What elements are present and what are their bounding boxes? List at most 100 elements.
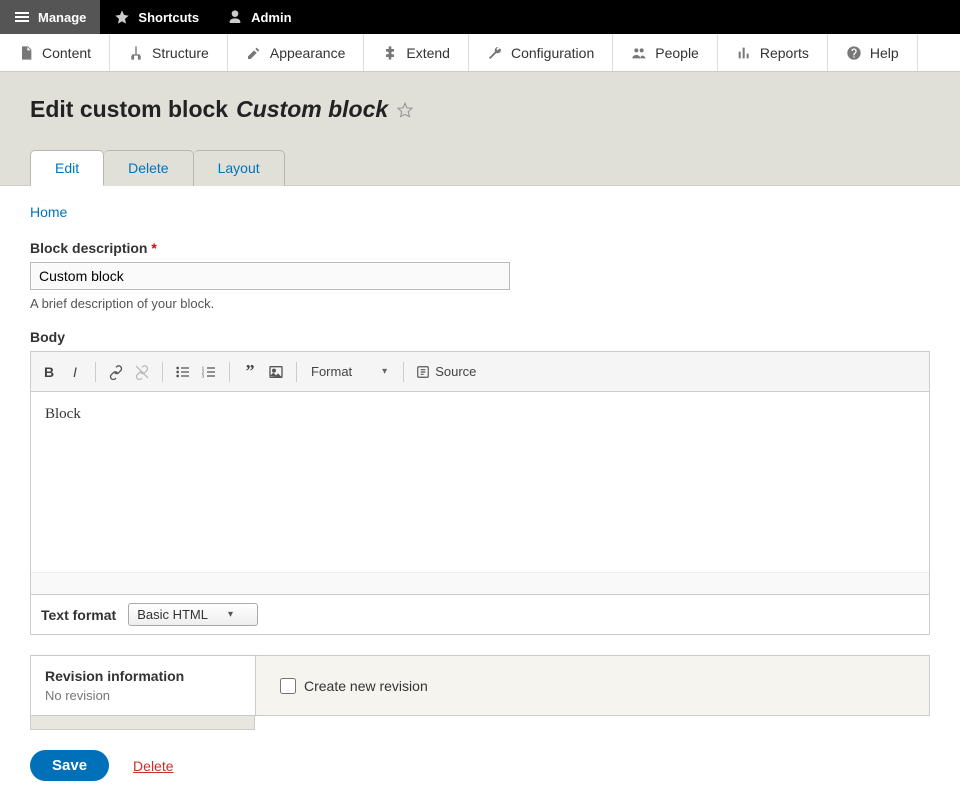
revision-sidebar-footer (30, 716, 255, 730)
star-icon (114, 9, 130, 25)
nav-help[interactable]: Help (828, 34, 918, 71)
text-format-label: Text format (41, 607, 116, 623)
form-actions: Save Delete (30, 750, 930, 781)
italic-button[interactable]: I (63, 360, 87, 384)
field-body: Body B I 123 ” (30, 329, 930, 635)
unlink-icon (134, 364, 150, 380)
nav-extend-label: Extend (406, 45, 450, 61)
text-format-select[interactable]: Basic HTML ▾ (128, 603, 258, 626)
tab-layout-label: Layout (218, 160, 260, 176)
toolbar-separator (403, 362, 404, 382)
page-header: Edit custom block Custom block Edit Dele… (0, 72, 960, 186)
create-revision-label: Create new revision (304, 678, 428, 694)
source-label: Source (435, 364, 476, 379)
block-description-label: Block description * (30, 240, 930, 256)
block-description-input[interactable] (30, 262, 510, 290)
editor-content[interactable]: Block (31, 392, 929, 572)
revision-sidebar-tab[interactable]: Revision information No revision (31, 656, 256, 715)
primary-tabs: Edit Delete Layout (30, 149, 930, 185)
text-format-selected: Basic HTML (137, 607, 208, 622)
tab-edit-label: Edit (55, 160, 79, 176)
manage-menu[interactable]: Manage (0, 0, 100, 34)
create-revision-checkbox[interactable] (280, 678, 296, 694)
nav-structure[interactable]: Structure (110, 34, 228, 71)
favorite-star-icon[interactable] (396, 101, 414, 119)
nav-people-label: People (655, 45, 699, 61)
admin-label: Admin (251, 10, 291, 25)
unlink-button[interactable] (130, 360, 154, 384)
nav-configuration[interactable]: Configuration (469, 34, 613, 71)
paint-icon (246, 45, 262, 61)
nav-extend[interactable]: Extend (364, 34, 469, 71)
block-description-help: A brief description of your block. (30, 296, 930, 311)
people-icon (631, 45, 647, 61)
bullet-list-icon (175, 364, 191, 380)
svg-text:3: 3 (202, 373, 205, 378)
revision-panel: Revision information No revision Create … (30, 655, 930, 716)
toolbar-top: Manage Shortcuts Admin (0, 0, 960, 34)
nav-appearance[interactable]: Appearance (228, 34, 365, 71)
nav-configuration-label: Configuration (511, 45, 594, 61)
image-icon (268, 364, 284, 380)
toolbar-separator (162, 362, 163, 382)
nav-content-label: Content (42, 45, 91, 61)
chevron-down-icon: ▾ (382, 366, 387, 377)
breadcrumb-home[interactable]: Home (30, 204, 67, 220)
page-title-prefix: Edit custom block (30, 96, 228, 123)
revision-title: Revision information (45, 668, 241, 684)
required-marker: * (147, 240, 156, 256)
text-format-row: Text format Basic HTML ▾ (30, 595, 930, 635)
source-icon (416, 365, 430, 379)
shortcuts-menu[interactable]: Shortcuts (100, 0, 213, 34)
nav-reports-label: Reports (760, 45, 809, 61)
save-button[interactable]: Save (30, 750, 109, 781)
shortcuts-label: Shortcuts (138, 10, 199, 25)
delete-link[interactable]: Delete (133, 758, 173, 774)
revision-body: Create new revision (256, 656, 929, 715)
nav-appearance-label: Appearance (270, 45, 346, 61)
hamburger-icon (14, 9, 30, 25)
main-content: Home Block description * A brief descrip… (0, 186, 960, 811)
rich-text-editor: B I 123 ” (30, 351, 930, 595)
numbered-list-icon: 123 (201, 364, 217, 380)
nav-content[interactable]: Content (0, 34, 110, 71)
chevron-down-icon: ▾ (228, 609, 233, 620)
hierarchy-icon (128, 45, 144, 61)
tab-edit[interactable]: Edit (30, 150, 104, 186)
puzzle-icon (382, 45, 398, 61)
tab-delete-label: Delete (128, 160, 168, 176)
nav-help-label: Help (870, 45, 899, 61)
editor-statusbar (31, 572, 929, 594)
toolbar-separator (296, 362, 297, 382)
field-block-description: Block description * A brief description … (30, 240, 930, 311)
bullet-list-button[interactable] (171, 360, 195, 384)
nav-structure-label: Structure (152, 45, 209, 61)
editor-toolbar: B I 123 ” (31, 352, 929, 392)
manage-label: Manage (38, 10, 86, 25)
blockquote-button[interactable]: ” (238, 360, 262, 384)
nav-reports[interactable]: Reports (718, 34, 828, 71)
link-icon (108, 364, 124, 380)
format-dropdown[interactable]: Format ▾ (305, 364, 395, 379)
numbered-list-button[interactable]: 123 (197, 360, 221, 384)
bold-button[interactable]: B (37, 360, 61, 384)
tab-layout[interactable]: Layout (194, 150, 285, 186)
user-icon (227, 9, 243, 25)
toolbar-separator (229, 362, 230, 382)
page-title-emphasis: Custom block (236, 96, 388, 123)
toolbar-separator (95, 362, 96, 382)
admin-menu[interactable]: Admin (213, 0, 305, 34)
tab-delete[interactable]: Delete (104, 150, 193, 186)
format-dropdown-label: Format (311, 364, 352, 379)
body-label: Body (30, 329, 930, 345)
image-button[interactable] (264, 360, 288, 384)
admin-nav: Content Structure Appearance Extend Conf… (0, 34, 960, 72)
revision-subtitle: No revision (45, 688, 241, 703)
link-button[interactable] (104, 360, 128, 384)
file-icon (18, 45, 34, 61)
barchart-icon (736, 45, 752, 61)
page-title: Edit custom block Custom block (30, 96, 930, 123)
wrench-icon (487, 45, 503, 61)
source-button[interactable]: Source (412, 364, 480, 379)
nav-people[interactable]: People (613, 34, 718, 71)
